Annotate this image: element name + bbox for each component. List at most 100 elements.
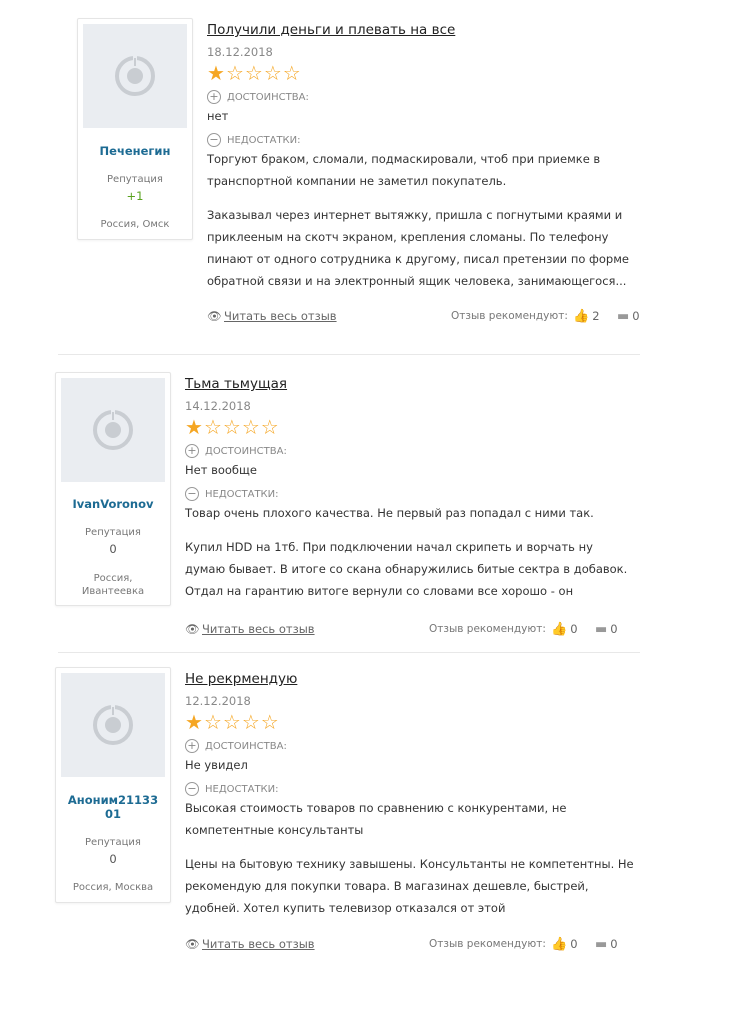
review-title[interactable]: Получили деньги и плевать на все [207, 21, 657, 39]
review-content: Получили деньги и плевать на все 18.12.2… [207, 21, 657, 292]
read-more-link[interactable]: Читать весь отзыв [202, 937, 315, 951]
cons-text: Товар очень плохого качества. Не первый … [185, 502, 635, 524]
like-button[interactable]: 👍 0 [551, 937, 578, 952]
user-location: Россия, Ивантеевка [81, 573, 145, 597]
rating-stars: ★☆☆☆☆ [207, 62, 657, 84]
review-date: 18.12.2018 [207, 45, 273, 59]
recommend-label: Отзыв рекомендуют: [429, 938, 546, 950]
like-button[interactable]: 👍 2 [573, 309, 600, 324]
star-icon: ☆ [203, 710, 223, 734]
pros-label-text: ДОСТОИНСТВА: [205, 740, 287, 752]
likes-count: 0 [570, 937, 578, 951]
comments-button[interactable]: ▬ 0 [595, 622, 618, 637]
user-location: Россия, Москва [72, 882, 154, 893]
review-title[interactable]: Тьма тьмущая [185, 375, 635, 393]
text-line: Заказывал через интернет вытяжку, пришла… [207, 208, 623, 222]
thumbs-up-icon: 👍 [551, 937, 568, 952]
minus-circle-icon: − [207, 133, 221, 147]
comments-button[interactable]: ▬ 0 [617, 309, 640, 324]
review-title[interactable]: Не рекрмендую [185, 670, 635, 688]
pros-label-text: ДОСТОИНСТВА: [205, 445, 287, 457]
thumbs-up-icon: 👍 [551, 622, 568, 637]
text-line: Отдал на гарантию витоге вернули со слов… [185, 584, 574, 598]
star-icon: ☆ [225, 61, 245, 85]
plus-circle-icon: + [185, 739, 199, 753]
review-content: Тьма тьмущая 14.12.2018 ★☆☆☆☆ + ДОСТОИНСТ… [185, 375, 635, 602]
star-icon: ☆ [260, 415, 280, 439]
reputation-value: +1 [126, 189, 144, 203]
star-icon: ☆ [241, 415, 261, 439]
username[interactable]: IvanVoronov [56, 497, 170, 511]
user-location: Россия, Омск [100, 219, 170, 230]
cons-label: − НЕДОСТАТКИ: [207, 132, 657, 148]
text-line: Товар очень плохого качества. Не первый … [185, 506, 594, 520]
avatar-placeholder-icon [93, 410, 133, 450]
reputation-value: 0 [109, 852, 117, 866]
reputation-value: 0 [109, 542, 117, 556]
avatar-placeholder-icon [115, 56, 155, 96]
review-footer: 👁 Читать весь отзыв Отзыв рекомендуют: 👍 0… [185, 622, 625, 640]
comment-icon: ▬ [595, 937, 608, 952]
comments-button[interactable]: ▬ 0 [595, 937, 618, 952]
star-icon: ★ [207, 61, 226, 85]
text-line: Цены на бытовую технику завышены. Консул… [185, 857, 634, 871]
comments-count: 0 [610, 937, 618, 951]
star-icon: ★ [185, 415, 204, 439]
read-more-link[interactable]: Читать весь отзыв [202, 622, 315, 636]
review-date: 12.12.2018 [185, 694, 251, 708]
comments-count: 0 [610, 622, 618, 636]
comments-count: 0 [632, 309, 640, 323]
review-body: Цены на бытовую технику завышены. Консул… [185, 853, 635, 919]
avatar[interactable] [83, 24, 187, 128]
review-footer: 👁 Читать весь отзыв Отзыв рекомендуют: 👍 0… [185, 937, 625, 955]
text-line: рекомендую для покупки товара. В магазин… [185, 879, 589, 893]
pros-text: Нет вообще [185, 463, 257, 477]
star-icon: ☆ [260, 710, 280, 734]
star-icon: ☆ [241, 710, 261, 734]
star-icon: ☆ [203, 415, 223, 439]
star-icon: ☆ [263, 61, 283, 85]
avatar-placeholder-icon [93, 705, 133, 745]
read-more-link[interactable]: Читать весь отзыв [224, 309, 337, 323]
text-line: думаю бывает. В итоге со скана обнаружил… [185, 562, 628, 576]
cons-label-text: НЕДОСТАТКИ: [205, 783, 279, 795]
likes-count: 0 [570, 622, 578, 636]
text-line: приклееным на скотч экраном, крепления с… [207, 230, 609, 244]
eye-icon: 👁 [185, 622, 200, 636]
eye-icon: 👁 [207, 309, 222, 323]
text-line: обратной связи и на электронный ящик чел… [207, 274, 627, 288]
pros-label-text: ДОСТОИНСТВА: [227, 91, 309, 103]
pros-label: + ДОСТОИНСТВА: [185, 443, 635, 459]
star-icon: ☆ [222, 710, 242, 734]
text-line: Торгуют браком, сломали, подмаскировали,… [207, 152, 601, 166]
avatar[interactable] [61, 673, 165, 777]
star-icon: ☆ [222, 415, 242, 439]
cons-text: Торгуют браком, сломали, подмаскировали,… [207, 148, 657, 192]
text-line: пинают от одного сотрудника к другому, п… [207, 252, 629, 266]
like-button[interactable]: 👍 0 [551, 622, 578, 637]
user-card: IvanVoronov Репутация 0 Россия, Ивантеев… [55, 372, 171, 606]
reputation-label: Репутация [107, 174, 163, 185]
plus-circle-icon: + [185, 444, 199, 458]
cons-label: − НЕДОСТАТКИ: [185, 781, 635, 797]
text-line: удобней. Хотел купить телевизор отказалс… [185, 901, 506, 915]
avatar[interactable] [61, 378, 165, 482]
recommend-label: Отзыв рекомендуют: [451, 310, 568, 322]
minus-circle-icon: − [185, 782, 199, 796]
pros-text: Не увидел [185, 758, 248, 772]
user-card: Печенегин Репутация +1 Россия, Омск [77, 18, 193, 240]
eye-icon: 👁 [185, 937, 200, 951]
review-date: 14.12.2018 [185, 399, 251, 413]
review-body: Заказывал через интернет вытяжку, пришла… [207, 204, 657, 292]
cons-label-text: НЕДОСТАТКИ: [205, 488, 279, 500]
plus-circle-icon: + [207, 90, 221, 104]
divider [58, 354, 640, 355]
cons-label: − НЕДОСТАТКИ: [185, 486, 635, 502]
username[interactable]: Аноним2113301 [56, 793, 170, 821]
star-icon: ☆ [282, 61, 302, 85]
username[interactable]: Печенегин [78, 144, 192, 158]
pros-label: + ДОСТОИНСТВА: [207, 89, 657, 105]
star-icon: ★ [185, 710, 204, 734]
cons-text: Высокая стоимость товаров по сравнению с… [185, 797, 635, 841]
text-line: Высокая стоимость товаров по сравнению с… [185, 801, 567, 815]
